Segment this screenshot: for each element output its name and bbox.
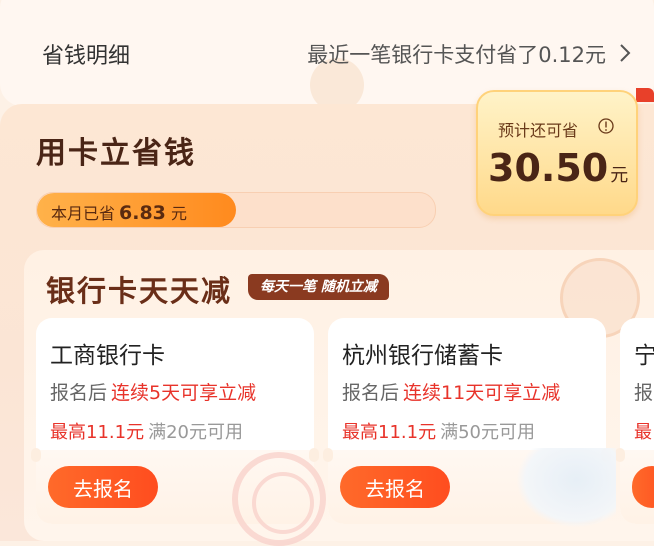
condition-highlight: 连续5天可享立减 (111, 382, 257, 404)
signup-button[interactable]: 去报名 (340, 466, 450, 508)
monthly-savings-label: 本月已省 (51, 204, 116, 223)
limit-rest: 满50元可用 (440, 422, 535, 443)
bank-name: 杭州银行储蓄卡 (342, 343, 503, 369)
condition-prefix: 报名后 (342, 382, 400, 404)
swirl-decoration (516, 448, 616, 528)
estimate-value-row: 30.50 元 (488, 146, 628, 190)
card-notch (309, 448, 319, 462)
estimate-value: 30.50 (488, 146, 609, 190)
chevron-right-icon (620, 44, 631, 62)
estimate-label: 预计还可省 (498, 121, 579, 140)
condition-prefix: 报 (634, 382, 654, 404)
offer-condition: 报名后 连续5天可享立减 (50, 378, 256, 405)
info-icon[interactable] (598, 118, 614, 134)
condition-highlight: 连续11天可享立减 (403, 382, 561, 404)
monthly-savings-value: 6.83 (119, 202, 166, 224)
card-notch (615, 448, 625, 462)
estimate-ribbon (636, 88, 654, 102)
card-notch (31, 448, 41, 462)
card-savings-title: 用卡立省钱 (36, 136, 196, 171)
savings-detail-row[interactable]: 省钱明细 最近一笔银行卡支付省了0.12元 (0, 30, 654, 76)
last-saving-text: 最近一笔银行卡支付省了0.12元 (307, 43, 606, 67)
stamp-inner-ring (252, 472, 314, 534)
bank-name: 工商银行卡 (50, 343, 165, 369)
monthly-savings-unit: 元 (171, 204, 188, 223)
offer-condition: 报名后 连续11天可享立减 (342, 378, 560, 405)
daily-discount-title: 银行卡天天减 (46, 274, 233, 308)
limit-highlight: 最 (634, 422, 652, 443)
bank-card-offer[interactable]: 宁 报 最 (615, 318, 654, 524)
daily-discount-tag: 每天一笔 随机立减 (248, 274, 389, 300)
offer-limit: 最高11.1元 满20元可用 (50, 418, 243, 444)
offer-limit: 最 (634, 418, 654, 444)
limit-highlight: 最高11.1元 (342, 422, 437, 443)
monthly-savings-progress: 本月已省 6.83 元 (36, 192, 436, 228)
card-notch (323, 448, 333, 462)
savings-title: 省钱明细 (42, 44, 131, 69)
offer-limit: 最高11.1元 满50元可用 (342, 418, 535, 444)
bank-stamp-decoration (232, 452, 326, 546)
limit-rest: 满20元可用 (148, 422, 243, 443)
estimate-unit: 元 (610, 165, 629, 186)
bank-name: 宁 (634, 343, 654, 369)
offer-condition: 报 (634, 378, 653, 405)
condition-prefix: 报名后 (50, 382, 108, 404)
signup-button[interactable]: 去报名 (48, 466, 158, 508)
limit-highlight: 最高11.1元 (50, 422, 145, 443)
estimate-box: 预计还可省 30.50 元 (476, 90, 638, 216)
monthly-savings-text: 本月已省 6.83 元 (51, 200, 187, 224)
